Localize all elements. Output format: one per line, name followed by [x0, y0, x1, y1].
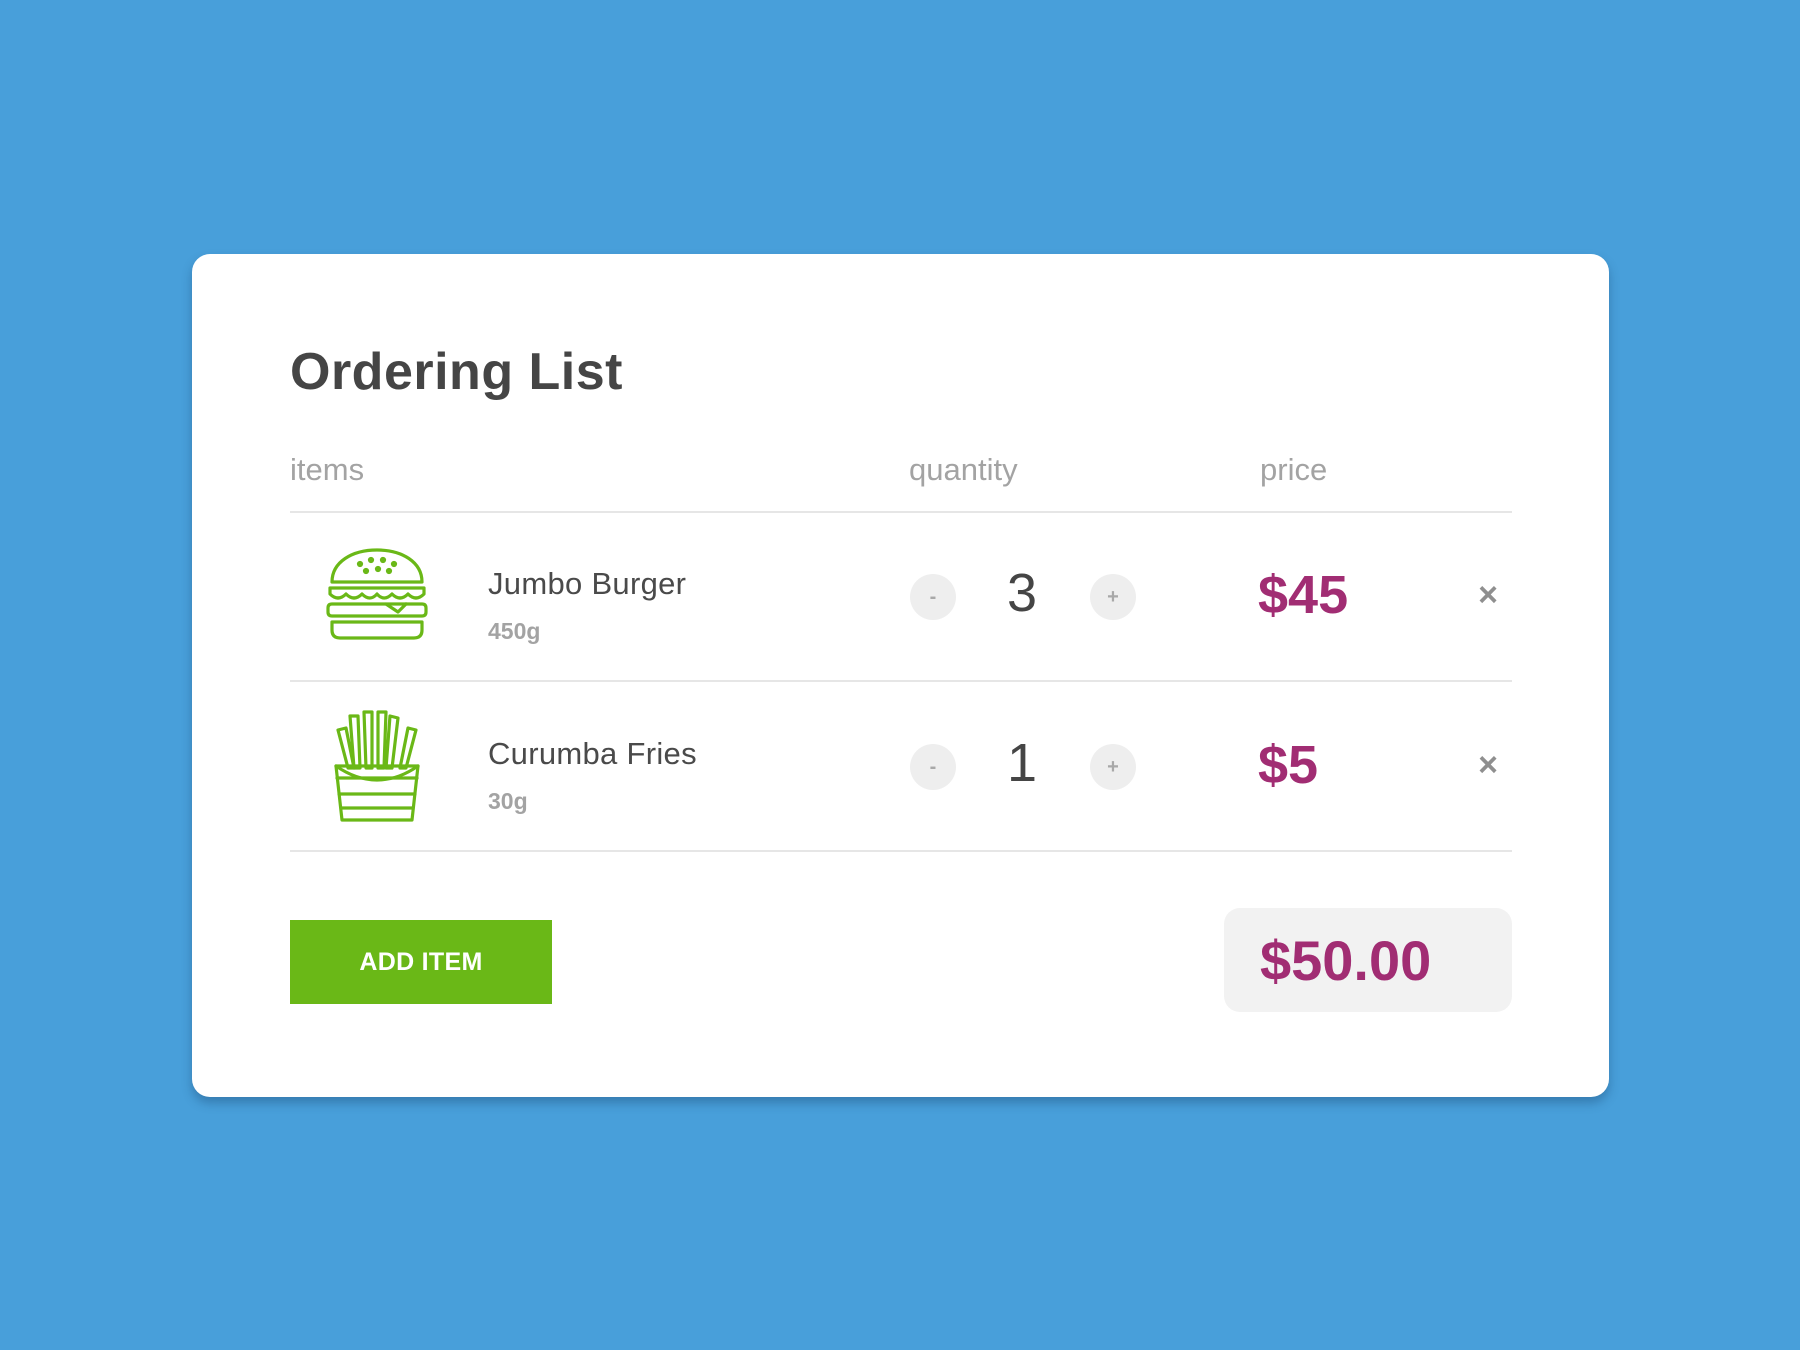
column-header-price: price [1260, 452, 1328, 487]
remove-item-button[interactable]: × [1468, 570, 1508, 620]
decrement-button[interactable]: - [910, 574, 956, 620]
list-item: Curumba Fries 30g - 1 + $5 × [290, 682, 1512, 850]
burger-icon [320, 538, 434, 652]
item-price: $5 [1258, 735, 1319, 795]
list-item: Jumbo Burger 450g - 3 + $45 × [290, 512, 1512, 680]
remove-item-button[interactable]: × [1468, 740, 1508, 790]
decrement-button[interactable]: - [910, 744, 956, 790]
page-title: Ordering List [290, 343, 623, 401]
item-weight: 30g [488, 788, 528, 814]
fries-icon [320, 708, 434, 822]
add-item-button[interactable]: ADD ITEM [290, 920, 552, 1004]
column-header-items: items [290, 452, 365, 487]
item-name: Curumba Fries [488, 736, 697, 771]
quantity-value: 1 [1006, 733, 1038, 793]
column-header-quantity: quantity [909, 452, 1018, 487]
increment-button[interactable]: + [1090, 574, 1136, 620]
item-weight: 450g [488, 618, 541, 644]
row-divider [290, 850, 1512, 852]
quantity-value: 3 [1006, 563, 1038, 623]
order-total-box: $50.00 [1224, 908, 1512, 1012]
item-name: Jumbo Burger [488, 566, 687, 601]
increment-button[interactable]: + [1090, 744, 1136, 790]
order-total: $50.00 [1260, 928, 1432, 992]
item-price: $45 [1258, 565, 1349, 625]
ordering-list-card: Ordering List items quantity price Jumbo… [192, 254, 1609, 1097]
